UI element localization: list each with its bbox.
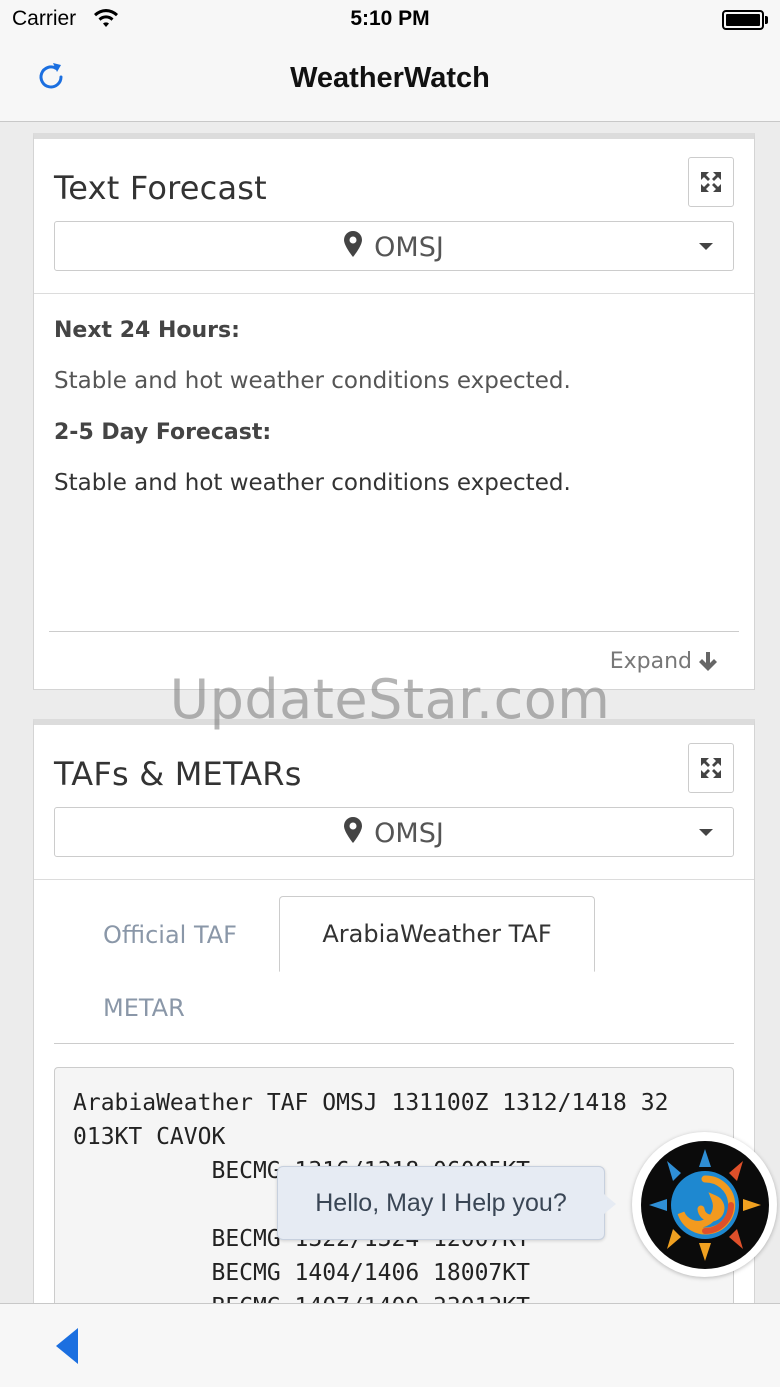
chat-greeting-text: Hello, May I Help you? [315, 1188, 567, 1217]
next24-text: Stable and hot weather conditions expect… [54, 368, 571, 394]
divider [49, 631, 739, 632]
taf-line: 013KT CAVOK [73, 1124, 226, 1150]
day25-text: Stable and hot weather conditions expect… [54, 470, 571, 496]
bottom-toolbar [0, 1303, 780, 1387]
fullscreen-button[interactable] [688, 157, 734, 207]
clock: 5:10 PM [350, 7, 430, 30]
panel-header: TAFs & METARs OMSJ [34, 725, 754, 880]
map-marker-icon [344, 231, 363, 264]
nav-bar: WeatherWatch [0, 40, 780, 122]
status-bar: Carrier 5:10 PM [0, 0, 780, 40]
sun-spiral-icon [640, 1140, 769, 1269]
tabs-underline [54, 1043, 734, 1044]
expand-arrows-icon [701, 172, 721, 192]
map-marker-icon [344, 817, 363, 850]
expand-arrows-icon [701, 758, 721, 778]
chat-assistant-button[interactable] [632, 1132, 777, 1277]
panel-header: Text Forecast OMSJ [34, 139, 754, 294]
day25-heading: 2-5 Day Forecast: [54, 420, 272, 445]
location-select[interactable]: OMSJ [54, 221, 734, 271]
next24-heading: Next 24 Hours: [54, 318, 240, 343]
battery-icon [722, 10, 768, 30]
tab-arabiaweather-taf[interactable]: ArabiaWeather TAF [279, 896, 595, 972]
panel-title: Text Forecast [54, 169, 267, 207]
chevron-down-icon [699, 829, 713, 836]
panel-title: TAFs & METARs [54, 755, 302, 793]
app-title: WeatherWatch [290, 62, 490, 94]
back-arrow-icon[interactable] [54, 1326, 82, 1370]
tab-official-taf[interactable]: Official TAF [103, 921, 237, 949]
location-code: OMSJ [374, 232, 444, 263]
chevron-down-icon [699, 243, 713, 250]
taf-line: BECMG 1407/1409 33013KT [73, 1294, 530, 1303]
taf-line: ArabiaWeather TAF OMSJ 131100Z 1312/1418… [73, 1090, 669, 1116]
tab-metar[interactable]: METAR [103, 994, 185, 1022]
location-select[interactable]: OMSJ [54, 807, 734, 857]
taf-line: BECMG 1404/1406 18007KT [73, 1260, 530, 1286]
watermark: UpdateStar.com [169, 668, 611, 731]
location-code: OMSJ [374, 818, 444, 849]
app-screen: Carrier 5:10 PM WeatherWatch Text Foreca… [0, 0, 780, 1387]
chat-greeting-bubble[interactable]: Hello, May I Help you? [277, 1166, 616, 1240]
text-forecast-panel: Text Forecast OMSJ Next 24 Hours: Stable… [33, 133, 755, 690]
fullscreen-button[interactable] [688, 743, 734, 793]
